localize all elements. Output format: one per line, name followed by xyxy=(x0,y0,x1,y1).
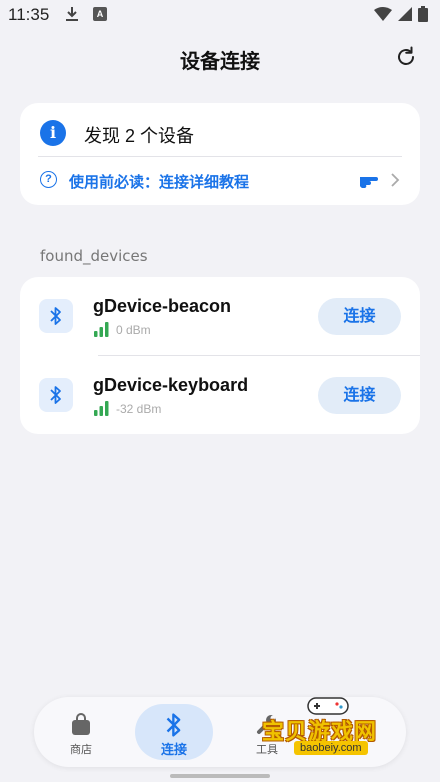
list-item-device: gDevice-beacon 0 dBm 连接 xyxy=(20,277,420,356)
tutorial-link[interactable]: ? 使用前必读：连接详细教程 xyxy=(20,163,420,199)
watermark-logo: 宝贝游戏网 baobeiy.com xyxy=(258,694,408,764)
device-rssi: -32 dBm xyxy=(116,402,162,416)
devices-found-message: 发现 2 个设备 xyxy=(84,126,195,146)
refresh-icon xyxy=(398,46,414,65)
status-time: 11:35 xyxy=(8,5,50,24)
device-name: gDevice-beacon xyxy=(93,296,232,316)
tutorial-link-label: 使用前必读：连接详细教程 xyxy=(69,174,250,191)
connect-button[interactable]: 连接 xyxy=(318,298,401,335)
download-icon xyxy=(64,6,80,27)
device-rssi: 0 dBm xyxy=(116,323,151,337)
nav-tab-connect[interactable]: 连接 xyxy=(135,704,213,760)
nav-label: 商店 xyxy=(70,744,92,756)
watermark-url: baobeiy.com xyxy=(294,741,368,755)
pointing-hand-icon xyxy=(358,171,380,194)
divider xyxy=(38,156,402,157)
signal-strength-icon xyxy=(94,321,110,342)
shopping-bag-icon xyxy=(69,712,93,741)
section-label-found-devices: found_devices xyxy=(40,247,148,265)
nav-label: 连接 xyxy=(160,742,187,757)
bluetooth-icon xyxy=(39,299,73,333)
info-icon: i xyxy=(40,120,66,146)
chevron-right-icon xyxy=(390,172,400,193)
help-icon: ? xyxy=(40,171,57,188)
list-item-device: gDevice-keyboard -32 dBm 连接 xyxy=(20,356,420,434)
status-right-icons xyxy=(374,6,428,27)
devices-list: gDevice-beacon 0 dBm 连接 gDevice-keyboard… xyxy=(20,277,420,434)
page-title: 设备连接 xyxy=(180,51,260,73)
info-card: i 发现 2 个设备 ? 使用前必读：连接详细教程 xyxy=(20,103,420,205)
signal-icon xyxy=(398,7,412,26)
status-bar: 11:35 A xyxy=(0,0,440,30)
nav-tab-shop[interactable]: 商店 xyxy=(42,704,120,760)
signal-strength-icon xyxy=(94,400,110,421)
home-indicator xyxy=(170,774,270,778)
wifi-icon xyxy=(374,7,392,26)
device-name: gDevice-keyboard xyxy=(93,375,249,395)
battery-icon xyxy=(418,6,428,27)
app-notification-icon: A xyxy=(93,7,107,21)
bluetooth-icon xyxy=(39,378,73,412)
connect-button[interactable]: 连接 xyxy=(318,377,401,414)
refresh-button[interactable] xyxy=(392,43,420,71)
